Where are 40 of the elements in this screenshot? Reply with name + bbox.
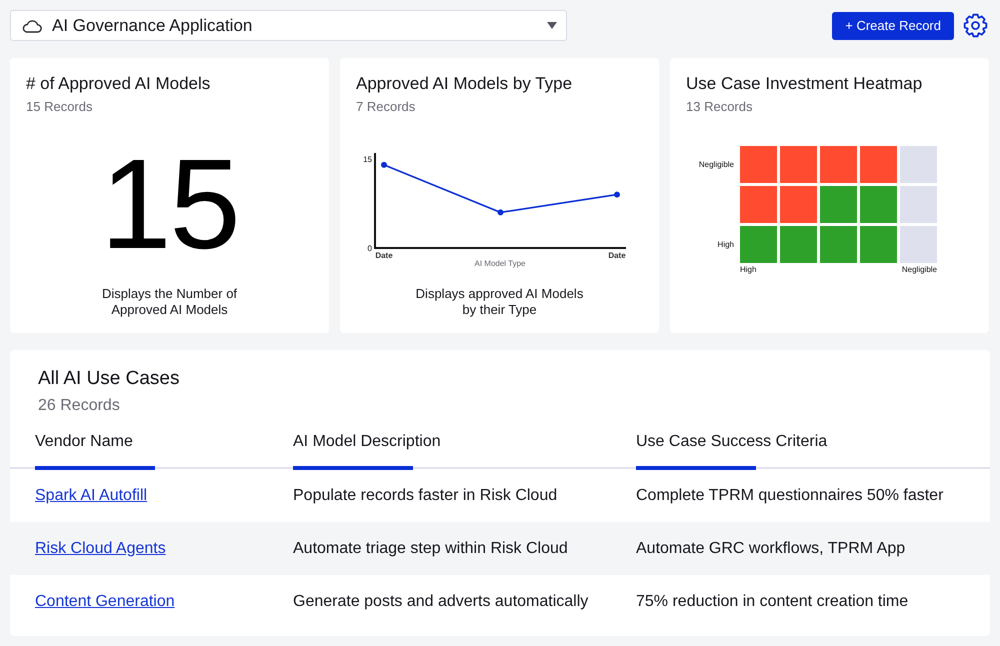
column-label: High xyxy=(740,265,756,274)
table-cell: Automate triage step within Risk Cloud xyxy=(293,540,568,556)
column-header: Use Case Success Criteria xyxy=(636,432,828,451)
create-record-button[interactable]: + Create Record xyxy=(832,12,954,40)
record-count: 7 Records xyxy=(356,99,416,114)
table-cell: Automate GRC workflows, TPRM App xyxy=(636,540,906,556)
row-label: Negligible xyxy=(698,160,734,169)
row-label: High xyxy=(718,240,734,249)
card-description: Displays approved AI Models by their Type xyxy=(414,286,584,318)
vendor-link[interactable]: Risk Cloud Agents xyxy=(35,540,166,556)
table-title: All AI Use Cases xyxy=(38,368,180,390)
data-point xyxy=(498,209,504,216)
table-cell: Populate records faster in Risk Cloud xyxy=(293,486,558,504)
axis-tick-label: 0 xyxy=(368,244,372,253)
axis-tick-label: Date xyxy=(375,251,393,260)
metric-value: 15 xyxy=(100,141,239,269)
card-title: Use Case Investment Heatmap xyxy=(686,74,924,94)
record-count: 26 Records xyxy=(38,396,120,415)
vendor-link[interactable]: Spark AI Autofill xyxy=(35,486,148,504)
column-label: Negligible xyxy=(902,265,937,274)
data-point xyxy=(614,192,620,198)
card-title: Approved AI Models by Type xyxy=(356,74,574,94)
caret-icon xyxy=(547,22,557,29)
vendor-link[interactable]: Content Generation xyxy=(35,592,175,610)
table-cell: 75% reduction in content creation time xyxy=(636,592,908,610)
cloud-icon xyxy=(22,18,42,32)
axis-tick-label: Date xyxy=(608,251,626,260)
settings-icon[interactable] xyxy=(963,13,988,38)
card-description: Displays the Number of Approved AI Models xyxy=(100,286,238,318)
axis-title: AI Model Type xyxy=(474,259,526,268)
column-header: Vendor Name xyxy=(35,432,133,451)
axis-tick-label: 15 xyxy=(363,154,372,164)
card-title: # of Approved AI Models xyxy=(26,74,212,94)
app-selector[interactable]: AI Governance Application xyxy=(10,10,567,41)
data-point xyxy=(381,162,387,168)
record-count: 13 Records xyxy=(686,99,754,114)
table-cell: Complete TPRM questionnaires 50% faster xyxy=(636,486,944,504)
record-count: 15 Records xyxy=(26,99,94,114)
table-cell: Generate posts and adverts automatically xyxy=(293,592,588,610)
column-header: AI Model Description xyxy=(293,432,441,451)
